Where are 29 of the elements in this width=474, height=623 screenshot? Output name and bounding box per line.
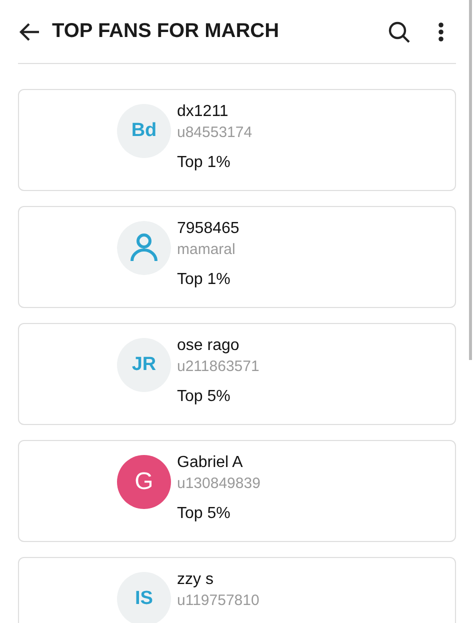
fan-card[interactable]: Bd dx1211 u84553174 Top 1% xyxy=(18,89,456,191)
avatar: Bd xyxy=(117,104,171,158)
avatar-person-icon xyxy=(117,221,171,275)
fan-name: ose rago xyxy=(177,336,240,356)
avatar: JR xyxy=(117,338,171,392)
fan-handle: u119757810 xyxy=(177,591,260,611)
search-icon[interactable] xyxy=(388,20,410,42)
avatar: IS xyxy=(117,572,171,623)
fan-handle: mamaral xyxy=(177,240,236,260)
scrollbar[interactable] xyxy=(469,0,472,360)
back-arrow-icon[interactable] xyxy=(18,22,40,42)
fan-handle: u84553174 xyxy=(177,123,252,143)
fan-rank: Top 5% xyxy=(177,504,232,524)
fan-handle: u130849839 xyxy=(177,474,260,494)
fan-name: dx1211 xyxy=(177,102,230,122)
fan-name: 7958465 xyxy=(177,219,240,239)
fan-card[interactable]: IS zzy s u119757810 xyxy=(18,557,456,623)
fan-card[interactable]: JR ose rago u211863571 Top 5% xyxy=(18,323,456,425)
fan-rank: Top 1% xyxy=(177,153,232,173)
fan-card[interactable]: 7958465 mamaral Top 1% xyxy=(18,206,456,308)
page-title: TOP FANS FOR MARCH xyxy=(52,20,280,43)
fan-rank: Top 5% xyxy=(177,387,232,407)
fan-name: Gabriel A xyxy=(177,453,244,473)
fan-card[interactable]: G Gabriel A u130849839 Top 5% xyxy=(18,440,456,542)
fan-handle: u211863571 xyxy=(177,357,260,377)
more-options-icon[interactable] xyxy=(438,22,444,42)
fan-name: zzy s xyxy=(177,570,214,590)
avatar: G xyxy=(117,455,171,509)
fan-rank: Top 1% xyxy=(177,270,232,290)
